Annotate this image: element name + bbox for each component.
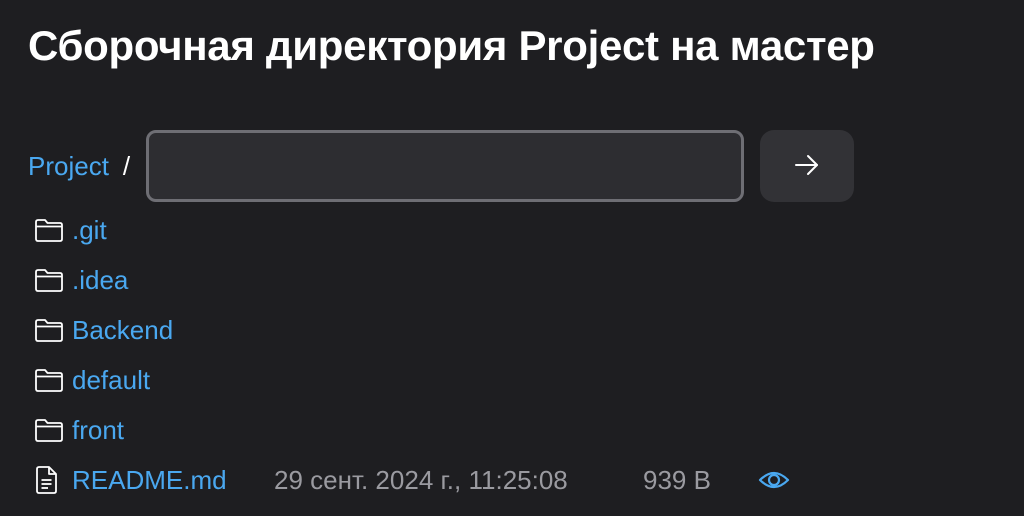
- page-title: Сборочная директория Project на мастер: [28, 22, 875, 69]
- list-item: default: [34, 355, 227, 405]
- file-link[interactable]: README.md: [72, 465, 227, 496]
- list-item: .idea: [34, 255, 227, 305]
- file-link[interactable]: .git: [72, 215, 107, 246]
- file-link[interactable]: Backend: [72, 315, 173, 346]
- list-item: .git: [34, 205, 227, 255]
- file-link[interactable]: .idea: [72, 265, 128, 296]
- page: Сборочная директория Project на мастер P…: [0, 0, 1024, 516]
- folder-icon: [34, 315, 64, 345]
- list-item: Backend: [34, 305, 227, 355]
- file-list: .git .idea Backend default front README.…: [34, 205, 790, 505]
- file-size: 939 B: [643, 464, 711, 495]
- file-link[interactable]: default: [72, 365, 150, 396]
- list-item: README.md 29 сент. 2024 г., 11:25:08 939…: [34, 455, 790, 505]
- file-link[interactable]: front: [72, 415, 124, 446]
- path-bar: Project /: [28, 130, 855, 202]
- breadcrumb-separator: /: [122, 150, 131, 181]
- breadcrumb-root-link[interactable]: Project: [28, 151, 109, 182]
- file-modified-date: 29 сент. 2024 г., 11:25:08: [274, 464, 568, 495]
- arrow-right-icon: [793, 151, 821, 182]
- document-icon: [34, 465, 64, 495]
- folder-icon: [34, 265, 64, 295]
- go-button[interactable]: [760, 130, 855, 202]
- folder-icon: [34, 415, 64, 445]
- list-item: front: [34, 405, 227, 455]
- path-input[interactable]: [146, 130, 745, 202]
- eye-icon[interactable]: [757, 466, 791, 494]
- folder-icon: [34, 365, 64, 395]
- folder-icon: [34, 215, 64, 245]
